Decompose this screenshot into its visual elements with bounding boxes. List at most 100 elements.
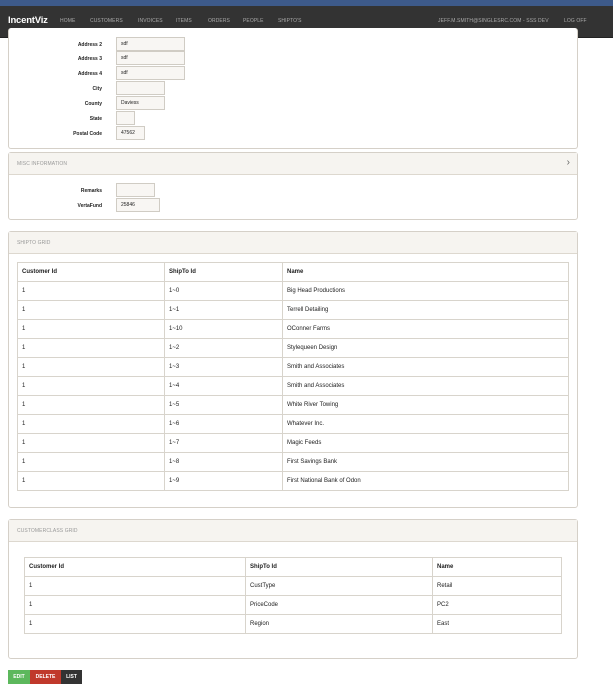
cell-shipto-id: 1~6: [164, 414, 283, 434]
cell-customer-id: 1: [17, 395, 165, 415]
cell-customer-id: 1: [17, 357, 165, 377]
cell-name: White River Towing: [282, 395, 569, 415]
cell-name: First Savings Bank: [282, 452, 569, 472]
brand-logo[interactable]: IncentViz: [8, 15, 48, 26]
remarks-field[interactable]: [116, 183, 155, 197]
table-row[interactable]: 1 1~8 First Savings Bank: [17, 452, 569, 472]
cell-name: East: [432, 614, 562, 634]
cell-shipto-id: PriceCode: [245, 595, 433, 615]
customerclass-grid-title: CUSTOMERCLASS GRID: [17, 528, 78, 534]
cell-shipto-id: 1~1: [164, 300, 283, 320]
table-row[interactable]: 1 Region East: [24, 614, 562, 634]
county-field[interactable]: Daviess: [116, 96, 165, 110]
cell-customer-id: 1: [17, 433, 165, 453]
state-field[interactable]: [116, 111, 135, 125]
nav-customers[interactable]: CUSTOMERS: [90, 18, 123, 24]
customerclass-grid-heading: CUSTOMERCLASS GRID: [9, 520, 577, 542]
address4-field[interactable]: sdf: [116, 66, 185, 80]
nav-shiptos[interactable]: SHIPTO'S: [278, 18, 302, 24]
cell-customer-id: 1: [17, 338, 165, 358]
cell-customer-id: 1: [24, 576, 246, 596]
cell-customer-id: 1: [17, 471, 165, 491]
table-row[interactable]: 1 1~1 Terrell Detailing: [17, 300, 569, 320]
customerclass-grid-table: Customer Id ShipTo Id Name 1 CustType Reta…: [24, 557, 562, 634]
cell-shipto-id: 1~8: [164, 452, 283, 472]
city-label: City: [92, 86, 102, 92]
column-header-customer-id[interactable]: Customer Id: [17, 262, 165, 282]
table-row[interactable]: 1 1~4 Smith and Associates: [17, 376, 569, 396]
cell-shipto-id: Region: [245, 614, 433, 634]
cell-customer-id: 1: [17, 300, 165, 320]
vertafund-field[interactable]: 25846: [116, 198, 160, 212]
misc-information-title: MISC INFORMATION: [17, 161, 68, 167]
nav-logoff[interactable]: LOG OFF: [564, 18, 587, 24]
column-header-shipto-id[interactable]: ShipTo Id: [245, 557, 433, 577]
column-header-name[interactable]: Name: [432, 557, 562, 577]
address3-label: Address 3: [77, 56, 102, 62]
table-row[interactable]: 1 PriceCode PC2: [24, 595, 562, 615]
cell-name: Smith and Associates: [282, 357, 569, 377]
nav-user-account[interactable]: JEFF.M.SMITH@SINGLESRC.COM - SSS DEV: [438, 18, 549, 24]
chevron-right-icon[interactable]: ›: [567, 158, 570, 168]
delete-button[interactable]: DELETE: [30, 670, 61, 684]
cell-shipto-id: 1~2: [164, 338, 283, 358]
nav-orders[interactable]: ORDERS: [208, 18, 230, 24]
cell-shipto-id: 1~9: [164, 471, 283, 491]
table-row[interactable]: 1 1~9 First National Bank of Odon: [17, 471, 569, 491]
cell-shipto-id: 1~3: [164, 357, 283, 377]
city-field[interactable]: [116, 81, 165, 95]
cell-shipto-id: CustType: [245, 576, 433, 596]
address2-label: Address 2: [77, 42, 102, 48]
cell-shipto-id: 1~0: [164, 281, 283, 301]
column-header-customer-id[interactable]: Customer Id: [24, 557, 246, 577]
cell-name: Terrell Detailing: [282, 300, 569, 320]
shipto-grid-heading: SHIPTO GRID: [9, 232, 577, 254]
nav-invoices[interactable]: INVOICES: [138, 18, 163, 24]
nav-people[interactable]: PEOPLE: [243, 18, 264, 24]
cell-shipto-id: 1~7: [164, 433, 283, 453]
cell-shipto-id: 1~4: [164, 376, 283, 396]
cell-customer-id: 1: [17, 452, 165, 472]
address4-label: Address 4: [77, 71, 102, 77]
vertafund-label: VertaFund: [77, 203, 102, 209]
edit-button[interactable]: EDIT: [8, 670, 30, 684]
table-row[interactable]: 1 1~5 White River Towing: [17, 395, 569, 415]
postal-code-label: Postal Code: [73, 131, 102, 137]
cell-name: Magic Feeds: [282, 433, 569, 453]
cell-customer-id: 1: [17, 319, 165, 339]
table-row[interactable]: 1 CustType Retail: [24, 576, 562, 596]
cell-name: Stylequeen Design: [282, 338, 569, 358]
remarks-label: Remarks: [80, 188, 102, 194]
county-label: County: [84, 101, 102, 107]
table-row[interactable]: 1 1~3 Smith and Associates: [17, 357, 569, 377]
cell-name: Smith and Associates: [282, 376, 569, 396]
table-header-row: Customer Id ShipTo Id Name: [17, 262, 569, 282]
cell-name: Whatever Inc.: [282, 414, 569, 434]
table-row[interactable]: 1 1~10 OConner Farms: [17, 319, 569, 339]
table-row[interactable]: 1 1~7 Magic Feeds: [17, 433, 569, 453]
list-button[interactable]: LIST: [61, 670, 82, 684]
column-header-name[interactable]: Name: [282, 262, 569, 282]
nav-items[interactable]: ITEMS: [176, 18, 192, 24]
cell-customer-id: 1: [17, 376, 165, 396]
column-header-shipto-id[interactable]: ShipTo Id: [164, 262, 283, 282]
table-row[interactable]: 1 1~0 Big Head Productions: [17, 281, 569, 301]
table-header-row: Customer Id ShipTo Id Name: [24, 557, 562, 577]
postal-code-field[interactable]: 47562: [116, 126, 145, 140]
misc-information-heading[interactable]: MISC INFORMATION ›: [9, 153, 577, 175]
table-row[interactable]: 1 1~2 Stylequeen Design: [17, 338, 569, 358]
cell-customer-id: 1: [24, 614, 246, 634]
cell-shipto-id: 1~5: [164, 395, 283, 415]
cell-shipto-id: 1~10: [164, 319, 283, 339]
cell-customer-id: 1: [17, 281, 165, 301]
cell-name: First National Bank of Odon: [282, 471, 569, 491]
table-row[interactable]: 1 1~6 Whatever Inc.: [17, 414, 569, 434]
address2-field[interactable]: sdf: [116, 37, 185, 51]
address3-field[interactable]: sdf: [116, 51, 185, 65]
cell-customer-id: 1: [24, 595, 246, 615]
cell-customer-id: 1: [17, 414, 165, 434]
nav-home[interactable]: HOME: [60, 18, 75, 24]
cell-name: Retail: [432, 576, 562, 596]
misc-information-panel: MISC INFORMATION ›: [8, 152, 578, 220]
shipto-grid-table: Customer Id ShipTo Id Name 1 1~0 Big Head …: [17, 262, 569, 491]
